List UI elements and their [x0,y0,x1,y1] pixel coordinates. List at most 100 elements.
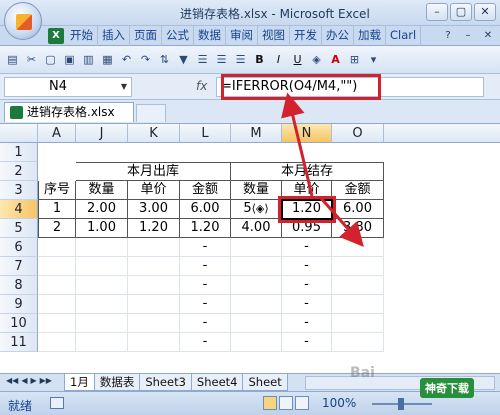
header-amount[interactable]: 金额 [332,181,384,200]
row-header[interactable]: 3 [0,181,38,200]
close-button[interactable]: ✕ [474,3,496,21]
minimize-icon[interactable]: – [460,28,476,44]
bold-icon[interactable]: B [251,51,268,69]
last-sheet-icon[interactable]: ▶▶ [40,376,52,385]
table-cell[interactable] [231,333,282,352]
name-box[interactable]: N4 ▼ [4,77,132,97]
align-center-icon[interactable]: ☰ [213,51,230,69]
column-header-selected[interactable]: N [282,124,332,143]
table-cell[interactable]: - [180,333,231,352]
column-header[interactable]: L [180,124,231,143]
close-icon[interactable]: ✕ [480,28,496,44]
tab-office[interactable]: 办公 [322,26,354,46]
table-cell[interactable] [332,314,384,333]
table-cell[interactable] [76,314,128,333]
zoom-slider-thumb[interactable] [398,398,404,410]
sheet-tab[interactable]: Sheet4 [190,374,244,391]
table-cell[interactable] [332,257,384,276]
cut-icon[interactable]: ✂ [23,51,40,69]
select-all-corner[interactable] [0,124,38,143]
column-header[interactable]: J [76,124,128,143]
table-cell[interactable] [128,238,180,257]
tab-addins[interactable]: 加载 [354,26,386,46]
table-cell[interactable] [38,295,76,314]
table-cell[interactable]: - [282,257,332,276]
print-icon[interactable]: ▦ [99,51,116,69]
header-amount[interactable]: 金额 [180,181,231,200]
table-cell[interactable] [231,238,282,257]
table-cell[interactable]: 3.00 [128,200,180,219]
office-button[interactable] [4,2,42,40]
table-cell[interactable] [38,257,76,276]
sheet-tab[interactable]: Sheet3 [139,374,192,391]
tab-developer[interactable]: 开发 [290,26,322,46]
table-cell[interactable] [231,314,282,333]
tab-insert[interactable]: 插入 [98,26,130,46]
normal-view-icon[interactable] [263,396,277,410]
column-header[interactable]: O [332,124,384,143]
row-header[interactable]: 6 [0,238,38,257]
table-cell[interactable]: - [180,276,231,295]
column-header[interactable]: M [231,124,282,143]
table-cell[interactable]: - [180,238,231,257]
header-seq[interactable]: 序号 [38,181,76,200]
table-cell[interactable]: 1.20 [180,219,231,238]
column-header[interactable]: K [128,124,180,143]
table-cell[interactable]: 1.20 [128,219,180,238]
new-icon[interactable]: ▢ [42,51,59,69]
sheet-tab[interactable]: 数据表 [93,374,141,391]
table-cell[interactable]: - [180,314,231,333]
tab-formulas[interactable]: 公式 [162,26,194,46]
table-cell[interactable]: - [282,276,332,295]
table-cell[interactable] [38,276,76,295]
table-cell[interactable] [76,333,128,352]
table-cell[interactable]: 2.00 [76,200,128,219]
underline-icon[interactable]: U [289,51,306,69]
page-break-view-icon[interactable] [295,396,309,410]
table-cell[interactable] [231,276,282,295]
column-header[interactable]: A [38,124,76,143]
group-header-end[interactable]: 本月结存 [231,162,384,181]
table-cell[interactable] [38,333,76,352]
table-cell[interactable]: 4.00 [231,219,282,238]
align-left-icon[interactable]: ☰ [194,51,211,69]
row-header[interactable]: 9 [0,295,38,314]
header-qty[interactable]: 数量 [231,181,282,200]
table-cell[interactable] [128,276,180,295]
redo-icon[interactable]: ↷ [137,51,154,69]
table-cell[interactable]: 5⟨◈⟩ [231,200,282,219]
header-qty[interactable]: 数量 [76,181,128,200]
table-cell[interactable] [128,295,180,314]
table-cell[interactable] [38,238,76,257]
macro-record-icon[interactable] [50,397,64,409]
table-cell[interactable] [332,276,384,295]
table-cell[interactable]: - [180,295,231,314]
new-workbook-tab[interactable] [136,104,166,122]
chevron-down-icon[interactable]: ▼ [121,78,127,96]
zoom-level[interactable]: 100% [322,396,356,410]
fill-color-icon[interactable]: ◈ [308,51,325,69]
table-cell[interactable] [76,295,128,314]
row-header[interactable]: 11 [0,333,38,352]
header-price[interactable]: 单价 [128,181,180,200]
more-icon[interactable]: ▾ [365,51,382,69]
table-cell[interactable] [332,295,384,314]
table-cell[interactable]: - [282,314,332,333]
table-cell[interactable]: 6.00 [332,200,384,219]
row-header[interactable]: 2 [0,162,38,181]
error-check-icon[interactable]: ⟨◈⟩ [252,202,269,215]
table-cell[interactable] [76,276,128,295]
undo-icon[interactable]: ↶ [118,51,135,69]
prev-sheet-icon[interactable]: ◀ [21,376,27,385]
table-cell[interactable]: - [180,257,231,276]
workbook-tab[interactable]: 进销存表格.xlsx [4,102,134,122]
tab-page[interactable]: 页面 [130,26,162,46]
table-cell[interactable] [231,257,282,276]
table-cell[interactable]: - [282,238,332,257]
table-cell[interactable] [128,314,180,333]
fx-icon[interactable]: fx [196,79,207,93]
font-color-icon[interactable]: A [327,51,344,69]
tab-view[interactable]: 视图 [258,26,290,46]
row-header[interactable]: 8 [0,276,38,295]
worksheet-grid[interactable]: A J K L M N O 1 2 3 4 5 6 7 8 9 10 11 本月… [0,123,500,373]
